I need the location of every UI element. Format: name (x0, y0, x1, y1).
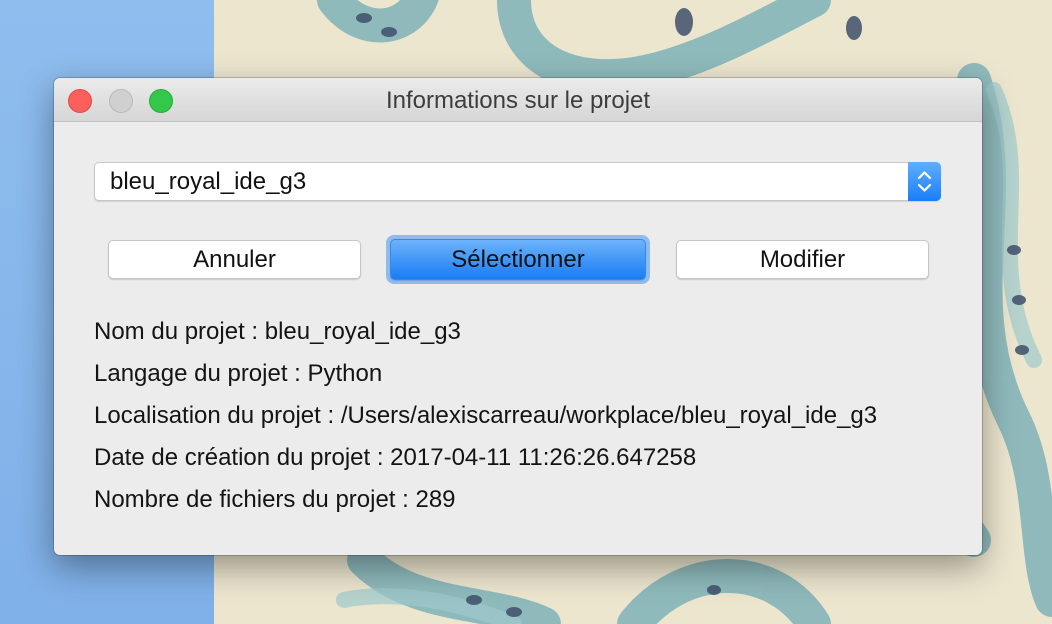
modify-button[interactable]: Modifier (676, 240, 929, 279)
up-down-chevrons-icon[interactable] (908, 162, 941, 201)
project-language-label: Langage du projet : Python (94, 360, 383, 387)
select-button[interactable]: Sélectionner (390, 239, 646, 280)
project-name-label: Nom du projet : bleu_royal_ide_g3 (94, 318, 461, 345)
window-title: Informations sur le projet (385, 87, 651, 114)
title-bar[interactable]: Informations sur le projet (54, 78, 982, 122)
project-file-count-label: Nombre de fichiers du projet : 289 (94, 486, 456, 513)
project-info-list: Nom du projet : bleu_royal_ide_g3 Langag… (94, 316, 877, 526)
project-location-label: Localisation du projet : /Users/alexisca… (94, 402, 878, 429)
project-select-dropdown[interactable]: bleu_royal_ide_g3 (94, 162, 941, 201)
cancel-button[interactable]: Annuler (108, 240, 361, 279)
project-info-window: Informations sur le projet bleu_royal_id… (54, 78, 982, 555)
project-creation-date-label: Date de création du projet : 2017-04-11 … (94, 444, 697, 471)
project-select-value: bleu_royal_ide_g3 (110, 168, 307, 195)
